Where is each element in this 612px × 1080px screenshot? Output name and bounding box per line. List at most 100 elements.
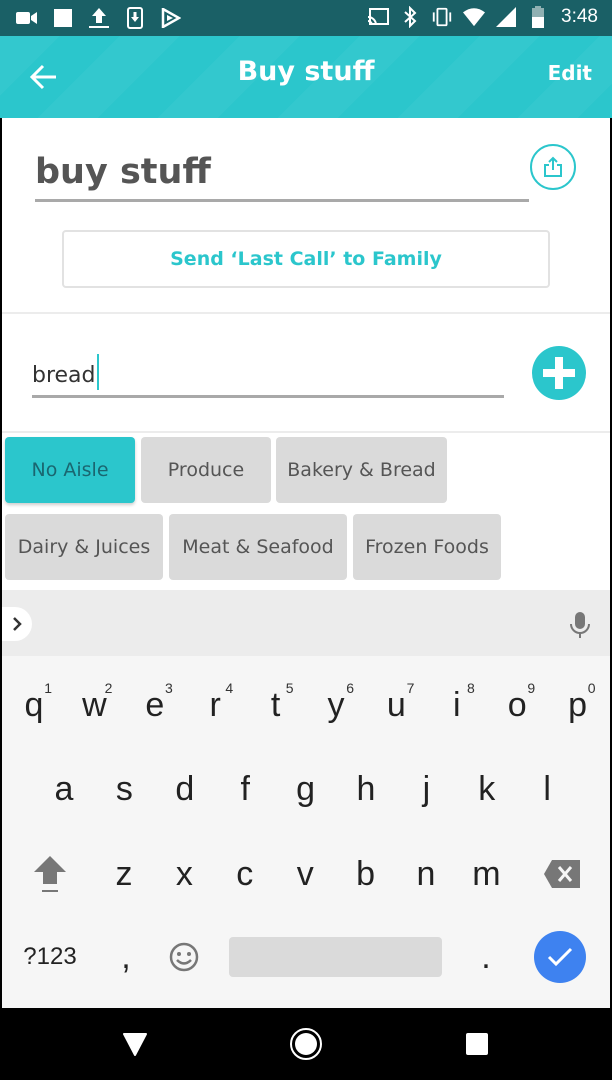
key-c[interactable]: c	[217, 839, 273, 909]
key-r[interactable]: r4	[187, 670, 243, 740]
key-q[interactable]: q1	[6, 670, 62, 740]
status-bar: 3:48	[0, 0, 612, 36]
divider	[2, 312, 610, 314]
wifi-icon	[463, 6, 486, 28]
add-item-button[interactable]	[532, 346, 586, 400]
download-phone-icon	[124, 7, 146, 29]
checkmark-icon	[547, 947, 573, 967]
square-notification-icon	[52, 7, 74, 29]
key-v[interactable]: v	[277, 839, 333, 909]
aisle-chip-meat-seafood[interactable]: Meat & Seafood	[169, 514, 347, 580]
key-hint: 2	[104, 680, 113, 696]
done-key[interactable]	[534, 931, 586, 983]
backspace-icon	[544, 860, 580, 888]
upload-icon	[88, 7, 110, 29]
item-input[interactable]: bread	[32, 346, 504, 398]
app-bar: Buy stuff Edit	[0, 36, 612, 118]
shift-key[interactable]	[22, 839, 78, 909]
key-e[interactable]: e3	[127, 670, 183, 740]
key-y[interactable]: y6	[308, 670, 364, 740]
vibrate-icon	[431, 6, 453, 28]
key-h[interactable]: h	[338, 754, 394, 824]
key-hint: 8	[467, 680, 475, 696]
key-k[interactable]: k	[459, 754, 515, 824]
key-b[interactable]: b	[338, 839, 394, 909]
share-icon	[544, 156, 562, 177]
emoji-key[interactable]	[156, 922, 212, 992]
nav-back-button[interactable]	[113, 1026, 157, 1062]
nav-home-button[interactable]	[284, 1026, 328, 1062]
key-i[interactable]: i8	[429, 670, 485, 740]
key-hint: 5	[285, 680, 294, 696]
key-l[interactable]: l	[519, 754, 575, 824]
key-label: o	[507, 685, 527, 724]
list-editor: buy stuff Send ‘Last Call’ to Family bre…	[2, 118, 610, 590]
page-title: Buy stuff	[237, 56, 375, 87]
key-d[interactable]: d	[157, 754, 213, 824]
key-p[interactable]: p0	[550, 670, 606, 740]
aisle-chip-produce[interactable]: Produce	[141, 437, 271, 503]
symbols-key[interactable]: ?123	[12, 922, 88, 992]
divider	[2, 431, 610, 433]
key-m[interactable]: m	[458, 839, 514, 909]
backspace-key[interactable]	[530, 839, 594, 909]
smiley-icon	[169, 942, 199, 972]
key-f[interactable]: f	[217, 754, 273, 824]
suggestion-strip	[2, 590, 610, 656]
comma-key[interactable]: ,	[98, 922, 154, 992]
key-hint: 0	[587, 680, 596, 696]
cell-signal-icon	[495, 6, 517, 28]
key-u[interactable]: u7	[368, 670, 424, 740]
aisle-chip-dairy-juices[interactable]: Dairy & Juices	[5, 514, 163, 580]
key-label: e	[145, 685, 165, 724]
key-x[interactable]: x	[156, 839, 212, 909]
key-hint: 6	[346, 680, 354, 696]
key-o[interactable]: o9	[489, 670, 545, 740]
share-button[interactable]	[530, 144, 576, 190]
voice-input-button[interactable]	[566, 610, 594, 640]
period-key[interactable]: .	[458, 922, 514, 992]
text-caret	[96, 354, 99, 390]
nav-recents-button[interactable]	[455, 1026, 499, 1062]
aisle-chip-no-aisle[interactable]: No Aisle	[5, 437, 135, 503]
key-hint: 9	[527, 680, 536, 696]
key-s[interactable]: s	[96, 754, 152, 824]
key-g[interactable]: g	[278, 754, 334, 824]
edit-button[interactable]: Edit	[548, 61, 592, 85]
shift-arrow-icon	[34, 856, 66, 892]
key-label: w	[82, 685, 107, 724]
soft-keyboard: q1w2e3r4t5y6u7i8o9p0 asdfghjkl zxcvbnm ?…	[2, 590, 610, 1008]
space-key[interactable]	[229, 937, 442, 977]
key-a[interactable]: a	[36, 754, 92, 824]
triangle-back-icon	[123, 1033, 147, 1056]
key-label: i	[453, 685, 461, 724]
key-label: u	[386, 685, 406, 724]
key-n[interactable]: n	[398, 839, 454, 909]
key-t[interactable]: t5	[248, 670, 304, 740]
send-last-call-button[interactable]: Send ‘Last Call’ to Family	[62, 230, 550, 288]
cast-icon	[367, 6, 390, 28]
key-w[interactable]: w2	[66, 670, 122, 740]
clock: 3:48	[561, 6, 598, 27]
key-label: y	[327, 685, 345, 724]
list-name-value: buy stuff	[35, 152, 211, 192]
aisle-chip-frozen-foods[interactable]: Frozen Foods	[353, 514, 501, 580]
key-hint: 4	[225, 680, 234, 696]
system-nav-bar	[0, 1008, 612, 1080]
item-input-value: bread	[32, 363, 96, 388]
key-label: q	[24, 685, 44, 724]
key-hint: 3	[165, 680, 173, 696]
chevron-right-icon	[13, 617, 22, 631]
microphone-icon	[570, 612, 590, 638]
key-label: p	[568, 685, 588, 724]
list-name-field[interactable]: buy stuff	[35, 146, 529, 202]
key-j[interactable]: j	[398, 754, 454, 824]
play-store-icon	[160, 7, 182, 29]
expand-toolbar-button[interactable]	[2, 607, 32, 641]
circle-home-icon	[290, 1028, 322, 1060]
key-label: r	[209, 685, 221, 724]
key-z[interactable]: z	[96, 839, 152, 909]
video-camera-icon	[16, 7, 38, 29]
aisle-chip-bakery-bread[interactable]: Bakery & Bread	[276, 437, 447, 503]
key-hint: 1	[44, 680, 52, 696]
